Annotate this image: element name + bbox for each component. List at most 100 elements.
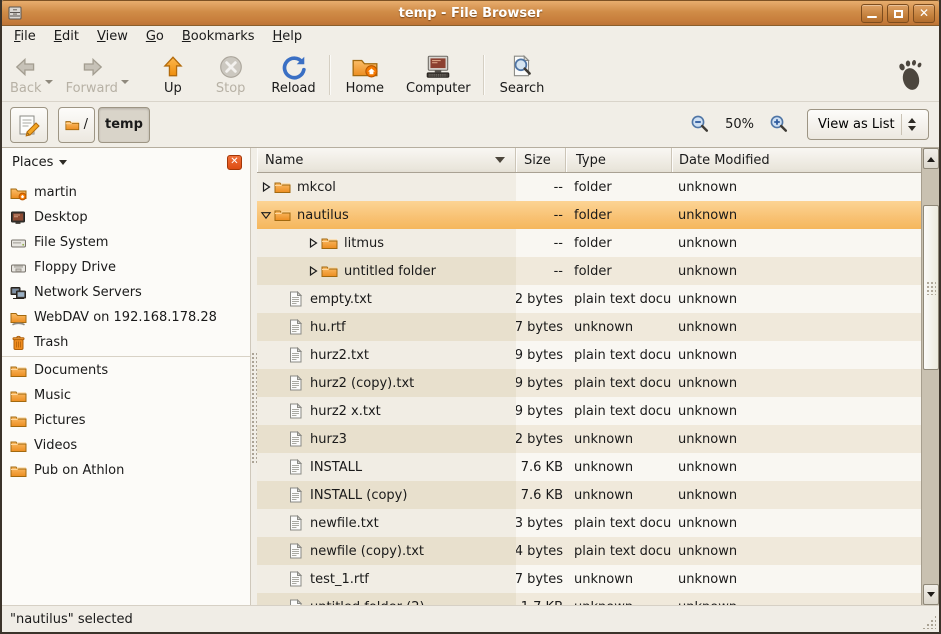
close-button[interactable] — [913, 4, 935, 23]
file-date-modified: unknown — [672, 481, 921, 509]
pane-splitter[interactable] — [251, 148, 257, 605]
file-name: hurz2 (copy).txt — [310, 376, 414, 391]
folder-icon — [10, 363, 27, 379]
view-mode-dropdown[interactable]: View as List — [807, 109, 929, 140]
sidebar-place-item[interactable]: Floppy Drive — [2, 255, 250, 280]
menu-view[interactable]: View — [88, 26, 137, 48]
edit-location-button[interactable] — [10, 107, 48, 143]
file-size: 3 bytes — [516, 509, 566, 537]
folder-icon — [321, 235, 338, 251]
resize-grip-icon[interactable] — [922, 615, 936, 629]
column-header-name[interactable]: Name — [257, 148, 516, 172]
close-sidebar-button[interactable] — [227, 155, 242, 170]
sidebar-place-item[interactable]: Documents — [2, 358, 250, 383]
back-history-dropdown[interactable] — [42, 50, 56, 100]
file-row[interactable]: untitled folder -- folder unknown — [257, 257, 921, 285]
path-button-current[interactable]: temp — [98, 107, 150, 143]
column-header-date-modified[interactable]: Date Modified — [672, 148, 921, 172]
file-row[interactable]: nautilus -- folder unknown — [257, 201, 921, 229]
view-mode-value: View as List — [818, 117, 895, 132]
file-row[interactable]: hurz3 12 bytes unknown unknown — [257, 425, 921, 453]
computer-monitor-icon — [424, 54, 452, 80]
vertical-scrollbar[interactable] — [921, 148, 939, 605]
file-row[interactable]: INSTALL 7.6 KB unknown unknown — [257, 453, 921, 481]
places-selector[interactable]: Places — [12, 155, 53, 170]
sidebar-place-item[interactable]: WebDAV on 192.168.178.28 — [2, 305, 250, 330]
menu-edit[interactable]: Edit — [45, 26, 88, 48]
file-name: untitled folder — [344, 264, 436, 279]
file-row[interactable]: hu.rtf 7 bytes unknown unknown — [257, 313, 921, 341]
zoom-level[interactable]: 50% — [725, 117, 754, 132]
file-row[interactable]: untitled folder (2) 1.7 KB unknown unkno… — [257, 593, 921, 605]
forward-button[interactable]: Forward — [66, 50, 118, 100]
menu-go[interactable]: Go — [137, 26, 173, 48]
file-row[interactable]: INSTALL (copy) 7.6 KB unknown unknown — [257, 481, 921, 509]
file-row[interactable]: newfile.txt 3 bytes plain text document … — [257, 509, 921, 537]
stop-button[interactable]: Stop — [216, 50, 246, 100]
sidebar-place-item[interactable]: Desktop — [2, 205, 250, 230]
path-button-root[interactable]: / — [58, 107, 95, 143]
desktop-icon — [10, 210, 27, 226]
file-size: 12 bytes — [516, 425, 566, 453]
titlebar[interactable]: temp - File Browser — [0, 0, 941, 26]
gnome-foot-throbber — [895, 58, 925, 92]
file-type: plain text document — [566, 369, 672, 397]
file-type: unknown — [566, 481, 672, 509]
home-button[interactable]: Home — [346, 50, 384, 100]
expander-icon[interactable] — [260, 208, 272, 222]
folder-icon — [10, 463, 27, 479]
maximize-button[interactable] — [887, 4, 909, 23]
menu-help[interactable]: Help — [264, 26, 312, 48]
toolbar-separator — [483, 55, 484, 95]
file-icon — [287, 403, 304, 419]
file-row[interactable]: litmus -- folder unknown — [257, 229, 921, 257]
sidebar-place-item[interactable]: martin — [2, 180, 250, 205]
column-header-type[interactable]: Type — [566, 148, 672, 172]
up-button[interactable]: Up — [160, 50, 186, 100]
column-header-size[interactable]: Size — [516, 148, 566, 172]
file-icon — [287, 375, 304, 391]
file-row[interactable]: mkcol -- folder unknown — [257, 173, 921, 201]
sidebar-place-item[interactable]: Music — [2, 383, 250, 408]
sidebar-place-item[interactable]: Trash — [2, 330, 250, 355]
scrollbar-thumb[interactable] — [923, 205, 939, 370]
computer-button[interactable]: Computer — [406, 50, 471, 100]
thumb-grip-icon — [926, 281, 936, 295]
file-type: plain text document — [566, 341, 672, 369]
sidebar-place-item[interactable]: Pictures — [2, 408, 250, 433]
minimize-button[interactable] — [861, 4, 883, 23]
menubar: FileEditViewGoBookmarksHelp — [2, 26, 939, 48]
scroll-down-button[interactable] — [923, 584, 939, 605]
search-button[interactable]: Search — [500, 50, 545, 100]
reload-button[interactable]: Reload — [271, 50, 315, 100]
file-size: 14 bytes — [516, 537, 566, 565]
sidebar-place-item[interactable]: Pub on Athlon — [2, 458, 250, 483]
file-name: litmus — [344, 236, 384, 251]
expander-icon[interactable] — [307, 236, 319, 250]
sidebar-place-item[interactable]: Network Servers — [2, 280, 250, 305]
file-row[interactable]: hurz2.txt 9 bytes plain text document un… — [257, 341, 921, 369]
menu-file[interactable]: File — [5, 26, 45, 48]
zoom-out-button[interactable] — [688, 113, 712, 136]
spinner-arrows-icon — [902, 114, 922, 135]
file-row[interactable]: test_1.rtf 7 bytes unknown unknown — [257, 565, 921, 593]
expander-icon[interactable] — [307, 264, 319, 278]
menu-bookmarks[interactable]: Bookmarks — [173, 26, 264, 48]
sidebar-place-item[interactable]: File System — [2, 230, 250, 255]
expander-icon[interactable] — [260, 180, 272, 194]
file-icon — [287, 347, 304, 363]
file-size: 9 bytes — [516, 397, 566, 425]
file-row[interactable]: empty.txt 2 bytes plain text document un… — [257, 285, 921, 313]
zoom-in-button[interactable] — [767, 113, 791, 136]
file-row[interactable]: hurz2 x.txt 9 bytes plain text document … — [257, 397, 921, 425]
scroll-up-button[interactable] — [923, 148, 939, 169]
forward-arrow-icon — [79, 54, 105, 80]
file-type: unknown — [566, 453, 672, 481]
sidebar-place-item[interactable]: Videos — [2, 433, 250, 458]
file-row[interactable]: hurz2 (copy).txt 9 bytes plain text docu… — [257, 369, 921, 397]
file-size: 2 bytes — [516, 285, 566, 313]
forward-history-dropdown[interactable] — [118, 50, 132, 100]
file-row[interactable]: newfile (copy).txt 14 bytes plain text d… — [257, 537, 921, 565]
file-type: folder — [566, 173, 672, 201]
back-button[interactable]: Back — [10, 50, 42, 100]
